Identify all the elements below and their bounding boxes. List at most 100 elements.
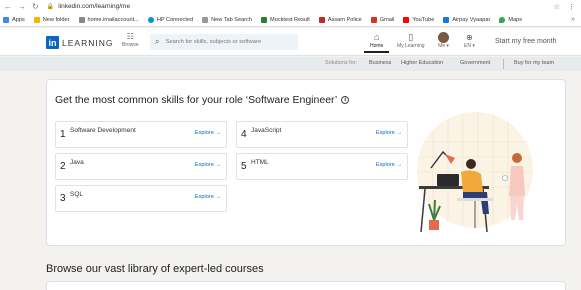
bookmark-hp-connected[interactable]: HP Connected (147, 16, 194, 23)
browser-address-bar: ← → ↻ 🔒 linkedin.com/learning/me ☆ ⋮ (0, 0, 581, 13)
learning-header: in LEARNING ☷ Browse ⌕ Search for skills… (0, 28, 581, 56)
skill-card-5[interactable]: 5 HTML Explore → (236, 153, 408, 180)
explore-link[interactable]: Explore → (376, 130, 402, 136)
gmail-icon (370, 16, 377, 23)
start-free-month-link[interactable]: Start my free month (495, 38, 556, 45)
hp-icon (147, 16, 154, 23)
nav-my-learning-label: My Learning (397, 43, 425, 49)
star-icon[interactable]: ☆ (554, 3, 560, 11)
bookmarks-bar: Apps New folder home.imailaccount... HP … (0, 13, 581, 27)
maps-icon (499, 16, 506, 23)
skill-card-1[interactable]: 1 Software Development Explore → (55, 121, 227, 148)
plant-pot (429, 220, 439, 230)
nav-me-label: Me ▾ (438, 43, 449, 49)
bookmark-maps[interactable]: Maps (499, 16, 523, 23)
skill-name: SQL (70, 191, 84, 198)
nav-language[interactable]: ⊕ EN ▾ (464, 32, 475, 49)
nav-me[interactable]: Me ▾ (438, 32, 449, 49)
office-workers-illustration (417, 112, 533, 233)
bookmark-gmail[interactable]: Gmail (370, 16, 395, 23)
business-link[interactable]: Business (369, 60, 391, 66)
learning-logo[interactable]: in LEARNING (46, 36, 113, 49)
logo-text: LEARNING (62, 37, 114, 48)
search-icon: ⌕ (155, 37, 160, 46)
browser-nav-buttons: ← → ↻ (4, 2, 39, 11)
bookmark-label: YouTube (412, 16, 435, 23)
bookmark-label: HP Connected (156, 16, 194, 23)
apps-icon (3, 16, 9, 23)
forward-icon[interactable]: → (18, 2, 26, 11)
skill-card-3[interactable]: 3 SQL Explore → (55, 185, 227, 212)
grid-icon: ☷ (126, 32, 134, 41)
laptop-icon (437, 174, 459, 186)
person-head (466, 159, 476, 169)
skill-name: Software Development (70, 127, 136, 134)
youtube-icon (403, 16, 410, 23)
home-icon: ⌂ (373, 32, 380, 42)
skill-number: 2 (60, 161, 66, 172)
bookmark-label: Mocktest Result (270, 16, 310, 23)
skill-number: 5 (241, 161, 247, 172)
linkedin-logo-icon: in (46, 36, 59, 49)
role-skills-title: Get the most common skills for your role… (55, 94, 350, 106)
bookmark-label: Gmail (379, 16, 395, 23)
avatar (438, 32, 449, 43)
url-field[interactable]: linkedin.com/learning/me (58, 3, 130, 10)
bookmark-label: Apps (12, 16, 25, 23)
page-icon (202, 16, 209, 23)
bookmark-airpay[interactable]: Airpay Vyaapar (443, 16, 491, 23)
subnav-divider (503, 59, 504, 69)
back-icon[interactable]: ← (4, 2, 12, 11)
bookmark-home-imail[interactable]: home.imailaccount... (78, 16, 139, 23)
reload-icon[interactable]: ↻ (32, 2, 39, 11)
more-bookmarks-icon[interactable]: » (571, 16, 575, 23)
bookmark-assam-police[interactable]: Assam Police (318, 16, 362, 23)
standing-person-top (509, 166, 525, 196)
bookmark-label: Assam Police (327, 16, 362, 23)
nav-my-learning[interactable]: ▯ My Learning (397, 32, 425, 49)
lock-icon[interactable]: 🔒 (47, 3, 54, 10)
mocktest-icon (261, 16, 268, 23)
browse-button[interactable]: ☷ Browse (122, 32, 139, 48)
bookmark-new-folder[interactable]: New folder (33, 16, 70, 23)
browser-actions: ☆ ⋮ (554, 3, 575, 11)
globe-icon: ⊕ (466, 33, 473, 42)
standing-person-head (512, 153, 522, 163)
solutions-subnav: Solutions for: Business Higher Education… (0, 57, 581, 71)
explore-link[interactable]: Explore → (376, 162, 402, 168)
explore-link[interactable]: Explore → (195, 162, 221, 168)
folder-icon (33, 16, 40, 23)
bookmark-label: home.imailaccount... (87, 16, 139, 23)
bookmark-label: New folder (42, 16, 70, 23)
solutions-for-label: Solutions for: (325, 60, 358, 66)
skill-name: JavaScript (251, 127, 282, 134)
explore-link[interactable]: Explore → (195, 194, 221, 200)
airpay-icon (443, 16, 450, 23)
bookmark-youtube[interactable]: YouTube (403, 16, 435, 23)
buy-for-team-link[interactable]: Buy for my team (514, 60, 554, 66)
bookmark-new-tab-search[interactable]: New Tab Search (202, 16, 253, 23)
page-icon (318, 16, 325, 23)
browse-library-panel (46, 281, 566, 290)
higher-education-link[interactable]: Higher Education (401, 60, 443, 66)
government-link[interactable]: Government (460, 60, 490, 66)
menu-icon[interactable]: ⋮ (568, 3, 575, 11)
skill-card-2[interactable]: 2 Java Explore → (55, 153, 227, 180)
skill-card-4[interactable]: 4 JavaScript Explore → (236, 121, 408, 148)
bookmark-icon: ▯ (408, 32, 414, 42)
bookmark-label: Airpay Vyaapar (452, 16, 491, 23)
browse-label: Browse (122, 42, 139, 48)
bookmark-apps[interactable]: Apps (3, 16, 25, 23)
bookmark-label: New Tab Search (211, 16, 253, 23)
explore-link[interactable]: Explore → (195, 130, 221, 136)
bookmark-mocktest[interactable]: Mocktest Result (261, 16, 310, 23)
skill-number: 1 (60, 129, 66, 140)
skill-number: 3 (60, 193, 66, 204)
nav-home[interactable]: ⌂ Home (363, 32, 390, 53)
person-shirt (461, 170, 483, 192)
skill-number: 4 (241, 129, 247, 140)
bookmark-label: Maps (508, 16, 523, 23)
search-placeholder: Search for skills, subjects or software (165, 39, 262, 45)
search-input[interactable]: ⌕ Search for skills, subjects or softwar… (150, 34, 298, 50)
info-icon[interactable]: i (341, 96, 350, 104)
